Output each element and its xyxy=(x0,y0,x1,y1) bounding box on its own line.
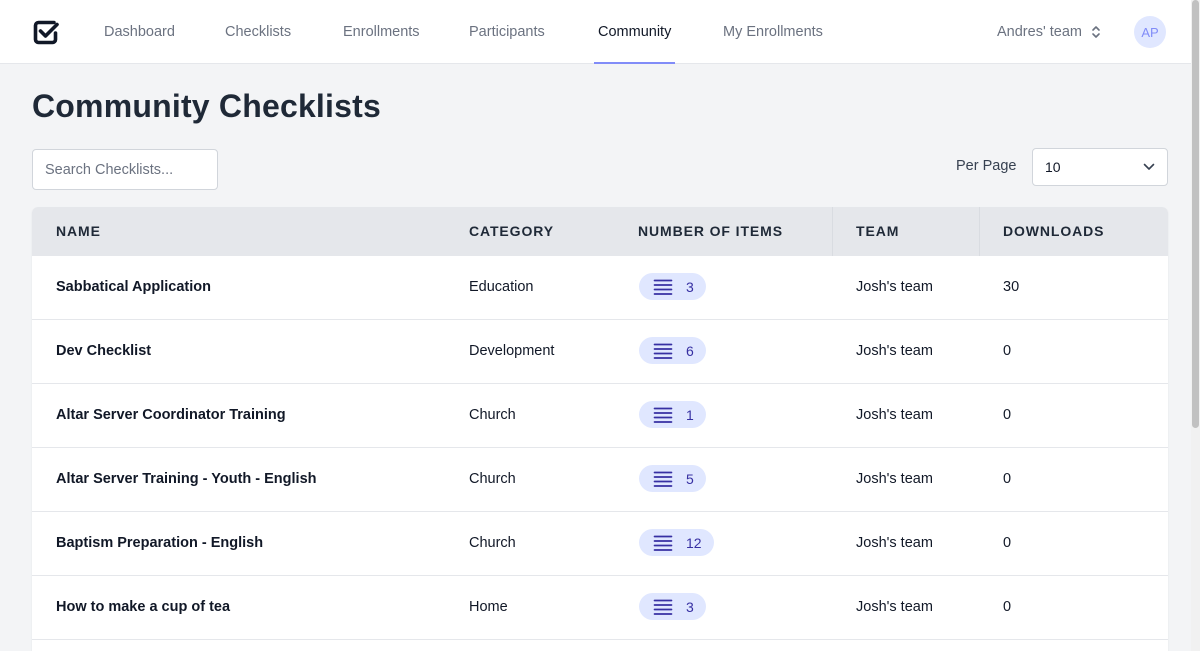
list-icon xyxy=(653,535,673,551)
column-header-number-of-items[interactable]: Number of Items xyxy=(638,207,783,256)
table-row[interactable]: Dev Checklist Development 6 Josh's team … xyxy=(32,320,1168,384)
items-count-badge: 12 xyxy=(639,529,714,556)
search-input[interactable] xyxy=(32,149,218,190)
checklist-category: Church xyxy=(469,407,516,423)
per-page-value: 10 xyxy=(1045,159,1061,175)
items-count: 3 xyxy=(686,278,694,295)
per-page-select[interactable]: 10 xyxy=(1032,148,1168,186)
items-count-badge: 5 xyxy=(639,465,706,492)
checklist-category: Education xyxy=(469,279,534,295)
list-icon xyxy=(653,343,673,359)
checklist-name[interactable]: Sabbatical Application xyxy=(56,256,211,319)
list-icon xyxy=(653,599,673,615)
checklist-team: Josh's team xyxy=(856,535,933,551)
chevron-up-down-icon xyxy=(1092,26,1100,38)
column-header-category[interactable]: Category xyxy=(469,207,554,256)
checklist-downloads: 0 xyxy=(1003,407,1012,423)
checklists-table: Name Category Number of Items Team Downl… xyxy=(32,207,1168,651)
checklist-name[interactable]: Dev Checklist xyxy=(56,320,151,383)
checkbox-logo-icon[interactable] xyxy=(32,18,60,46)
team-switcher[interactable]: Andres' team xyxy=(997,22,1102,42)
checklist-team: Josh's team xyxy=(856,279,933,295)
user-avatar[interactable]: AP xyxy=(1134,16,1166,48)
items-count: 6 xyxy=(686,342,694,359)
items-count-badge: 1 xyxy=(639,401,706,428)
items-count-badge: 6 xyxy=(639,337,706,364)
checklist-category: Home xyxy=(469,599,508,615)
list-icon xyxy=(653,407,673,423)
per-page-label: Per Page xyxy=(956,158,1017,174)
table-header: Name Category Number of Items Team Downl… xyxy=(32,207,1168,256)
checklist-downloads: 0 xyxy=(1003,535,1012,551)
column-header-name[interactable]: Name xyxy=(56,207,101,256)
column-header-downloads[interactable]: Downloads xyxy=(1003,207,1104,256)
column-divider xyxy=(832,207,833,256)
list-icon xyxy=(653,279,673,295)
checklist-downloads: 0 xyxy=(1003,599,1012,615)
checklist-name[interactable]: Altar Server Coordinator Training xyxy=(56,384,286,447)
checklist-category: Church xyxy=(469,471,516,487)
table-row[interactable]: Altar Server Coordinator Training Church… xyxy=(32,384,1168,448)
nav-checklists[interactable]: Checklists xyxy=(221,0,295,64)
checklist-category: Development xyxy=(469,343,555,359)
checklist-team: Josh's team xyxy=(856,343,933,359)
chevron-down-icon xyxy=(1143,163,1155,170)
nav-participants[interactable]: Participants xyxy=(465,0,549,64)
checklist-name[interactable]: Baptism Preparation - English xyxy=(56,512,263,575)
items-count-badge: 3 xyxy=(639,593,706,620)
items-count: 5 xyxy=(686,470,694,487)
nav-dashboard[interactable]: Dashboard xyxy=(100,0,179,64)
checklist-team: Josh's team xyxy=(856,599,933,615)
list-icon xyxy=(653,471,673,487)
items-count-badge: 3 xyxy=(639,273,706,300)
checklist-category: Church xyxy=(469,535,516,551)
table-row[interactable]: Baptism Preparation - English Church 12 … xyxy=(32,512,1168,576)
checklist-downloads: 0 xyxy=(1003,471,1012,487)
nav-my-enrollments[interactable]: My Enrollments xyxy=(719,0,827,64)
page-title: Community Checklists xyxy=(32,88,381,124)
nav-community[interactable]: Community xyxy=(594,0,676,64)
team-name: Andres' team xyxy=(997,24,1082,40)
checklist-downloads: 0 xyxy=(1003,343,1012,359)
checklist-team: Josh's team xyxy=(856,471,933,487)
table-row[interactable]: Altar Server Training - Youth - English … xyxy=(32,448,1168,512)
column-divider xyxy=(979,207,980,256)
table-row[interactable]: How to make a cup of tea Home 3 Josh's t… xyxy=(32,576,1168,640)
checklist-name[interactable]: Altar Server Training - Youth - English xyxy=(56,448,317,511)
column-header-team[interactable]: Team xyxy=(856,207,899,256)
page-scrollbar-thumb[interactable] xyxy=(1192,0,1199,428)
checklist-name[interactable]: How to make a cup of tea xyxy=(56,576,230,639)
top-navigation-bar: Dashboard Checklists Enrollments Partici… xyxy=(0,0,1200,64)
items-count: 1 xyxy=(686,406,694,423)
checklist-team: Josh's team xyxy=(856,407,933,423)
nav-enrollments[interactable]: Enrollments xyxy=(339,0,424,64)
table-row[interactable]: Sabbatical Application Education 3 Josh'… xyxy=(32,256,1168,320)
items-count: 12 xyxy=(686,534,702,551)
checklist-downloads: 30 xyxy=(1003,279,1020,295)
items-count: 3 xyxy=(686,598,694,615)
